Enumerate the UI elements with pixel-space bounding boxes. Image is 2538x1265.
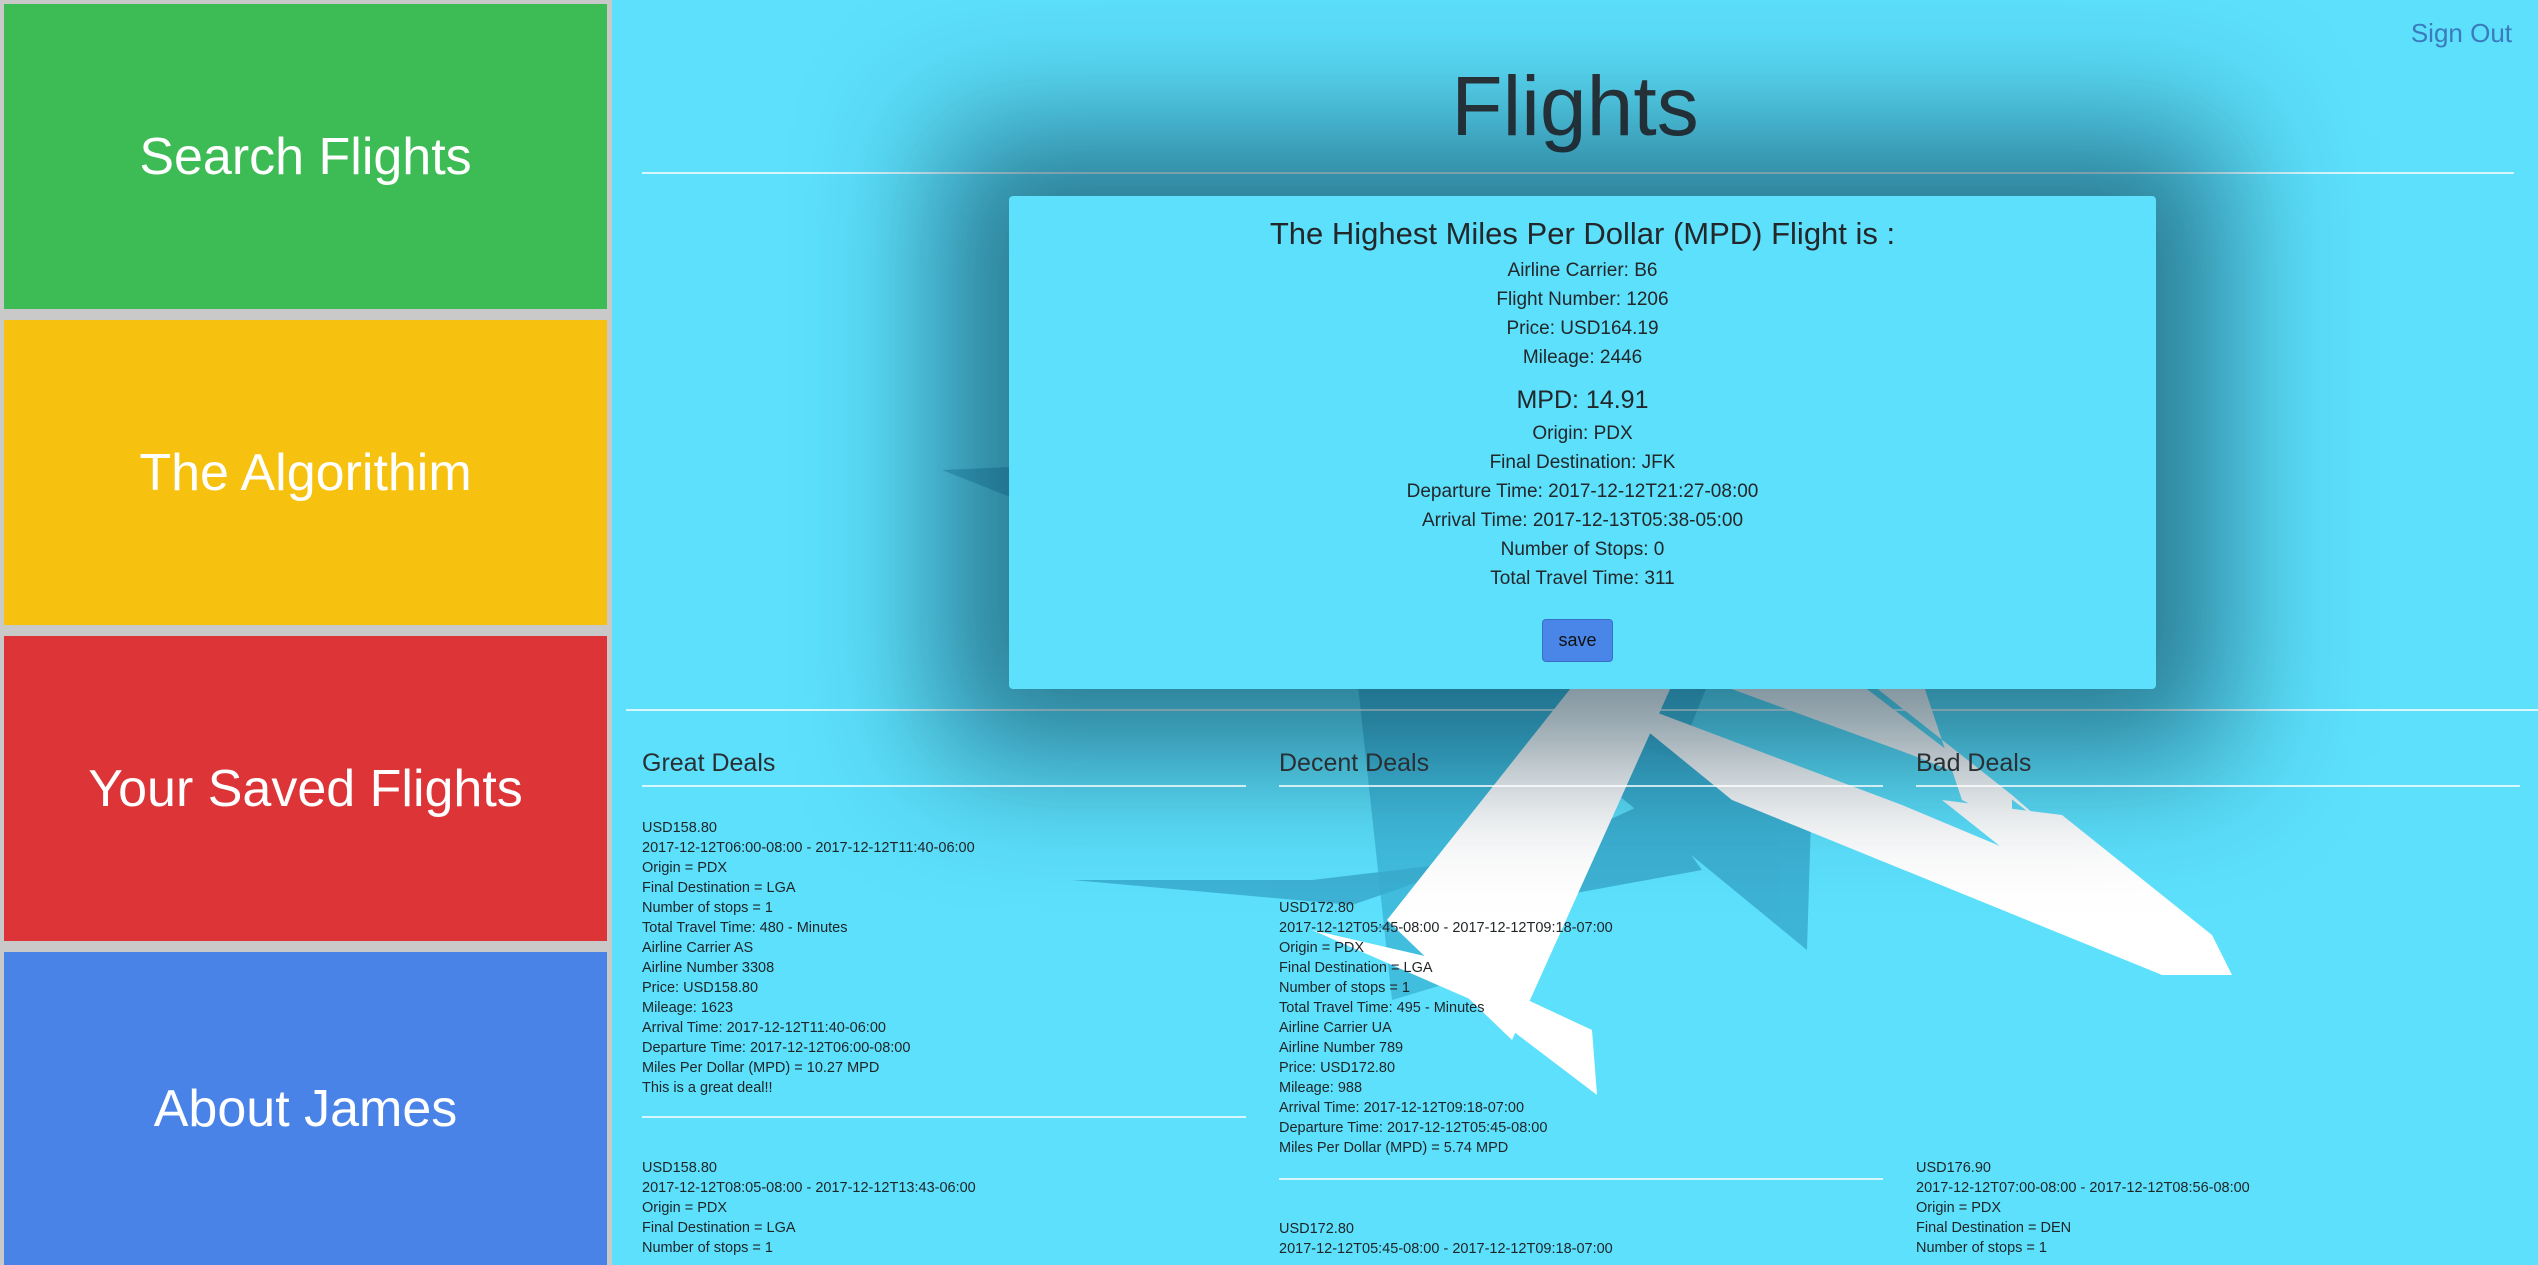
decent-deals-column: Decent Deals USD172.80 2017-12-12T05:45-… xyxy=(1279,745,1883,1257)
deal-line: 2017-12-12T06:00-08:00 - 2017-12-12T11:4… xyxy=(642,840,975,856)
nav-search-flights[interactable]: Search Flights xyxy=(4,4,607,309)
deal-line: Mileage: 988 xyxy=(1279,1080,1363,1096)
deal-line: Total Travel Time: 495 - Minutes xyxy=(1279,1000,1485,1016)
best-mpd: MPD: 14.91 xyxy=(1516,386,1649,414)
deal-line: Price: USD172.80 xyxy=(1279,1060,1396,1076)
deal-item: USD158.80 2017-12-12T08:05-08:00 - 2017-… xyxy=(642,1158,1246,1258)
deal-line: Miles Per Dollar (MPD) = 10.27 MPD xyxy=(642,1060,880,1076)
deal-line: USD158.80 xyxy=(642,820,717,836)
deal-line: 2017-12-12T08:05-08:00 - 2017-12-12T13:4… xyxy=(642,1180,976,1196)
page-title: Flights xyxy=(1451,59,1699,153)
best-destination: Final Destination: JFK xyxy=(1489,452,1676,473)
nav-your-saved-flights-label: Your Saved Flights xyxy=(88,759,523,818)
deal-line: Price: USD158.80 xyxy=(642,980,759,996)
nav-the-algorithim-label: The Algorithim xyxy=(139,443,472,502)
deal-line: Departure Time: 2017-12-12T05:45-08:00 xyxy=(1279,1120,1548,1136)
deal-line: Departure Time: 2017-12-12T06:00-08:00 xyxy=(642,1040,911,1056)
deal-line: Origin = PDX xyxy=(642,1200,728,1216)
deal-line: Origin = PDX xyxy=(642,860,728,876)
bad-deals-title: Bad Deals xyxy=(1916,749,2032,777)
best-travel-time: Total Travel Time: 311 xyxy=(1490,568,1675,589)
decent-deals-rule xyxy=(1279,785,1883,787)
deal-line: Final Destination = LGA xyxy=(642,1220,796,1236)
nav-your-saved-flights[interactable]: Your Saved Flights xyxy=(4,636,607,941)
deal-line: Airline Carrier UA xyxy=(1279,1020,1392,1036)
bad-deals-column: Bad Deals USD176.90 2017-12-12T07:00-08:… xyxy=(1916,745,2520,1256)
great-deals-column: Great Deals USD158.80 2017-12-12T06:00-0… xyxy=(642,745,1246,1256)
deal-line: Mileage: 1623 xyxy=(642,1000,734,1016)
great-deals-title: Great Deals xyxy=(642,749,776,777)
deal-line: Origin = PDX xyxy=(1916,1200,2002,1216)
deal-item: USD176.90 2017-12-12T07:00-08:00 - 2017-… xyxy=(1916,1158,2520,1258)
deal-line: Airline Carrier AS xyxy=(642,940,754,956)
deal-line: Miles Per Dollar (MPD) = 5.74 MPD xyxy=(1279,1140,1509,1156)
deal-line: Final Destination = DEN xyxy=(1916,1220,2072,1236)
nav-the-algorithim[interactable]: The Algorithim xyxy=(4,320,607,625)
sign-out-link[interactable]: Sign Out xyxy=(2411,18,2512,49)
bad-deals-rule xyxy=(1916,785,2520,787)
deal-item: USD158.80 2017-12-12T06:00-08:00 - 2017-… xyxy=(642,818,1246,1098)
best-flight-card: The Highest Miles Per Dollar (MPD) Fligh… xyxy=(1009,196,2156,689)
nav-search-flights-label: Search Flights xyxy=(139,127,472,186)
deal-line: USD172.80 xyxy=(1279,1221,1354,1237)
nav-about-james[interactable]: About James xyxy=(4,952,607,1265)
sidebar-nav: Search Flights The Algorithim Your Saved… xyxy=(0,0,612,1265)
deal-line: USD158.80 xyxy=(642,1160,717,1176)
deal-item: USD172.80 2017-12-12T05:45-08:00 - 2017-… xyxy=(1279,898,1883,1158)
deal-line: Number of stops = 1 xyxy=(642,1240,773,1256)
best-flight-number: Flight Number: 1206 xyxy=(1496,289,1669,310)
deal-line: 2017-12-12T05:45-08:00 - 2017-12-12T09:1… xyxy=(1279,1241,1613,1257)
save-button[interactable]: save xyxy=(1542,619,1613,662)
best-stops: Number of Stops: 0 xyxy=(1500,539,1665,560)
deal-line: Airline Number 789 xyxy=(1279,1040,1404,1056)
best-mileage: Mileage: 2446 xyxy=(1522,347,1643,368)
deal-line: Number of stops = 1 xyxy=(1916,1240,2047,1256)
title-divider xyxy=(642,172,2514,174)
deal-item: USD172.80 2017-12-12T05:45-08:00 - 2017-… xyxy=(1279,1219,1883,1259)
best-origin: Origin: PDX xyxy=(1532,423,1633,444)
deal-line: This is a great deal!! xyxy=(642,1080,773,1096)
nav-about-james-label: About James xyxy=(153,1079,458,1138)
deals-divider xyxy=(626,709,2538,711)
deal-line: Arrival Time: 2017-12-12T09:18-07:00 xyxy=(1279,1100,1525,1116)
deal-line: Airline Number 3308 xyxy=(642,960,775,976)
main-content: Sign Out Flights The Highest Miles Per D… xyxy=(612,0,2538,1265)
best-price: Price: USD164.19 xyxy=(1506,318,1659,339)
deal-divider xyxy=(1279,1178,1883,1180)
deal-divider xyxy=(642,1116,1246,1118)
best-flight-heading: The Highest Miles Per Dollar (MPD) Fligh… xyxy=(1269,216,1896,251)
great-deals-rule xyxy=(642,785,1246,787)
best-departure: Departure Time: 2017-12-12T21:27-08:00 xyxy=(1406,481,1759,502)
deal-line: Number of stops = 1 xyxy=(1279,980,1410,996)
deal-line: USD172.80 xyxy=(1279,900,1354,916)
deal-line: Origin = PDX xyxy=(1279,940,1365,956)
deal-line: USD176.90 xyxy=(1916,1160,1991,1176)
best-carrier: Airline Carrier: B6 xyxy=(1507,260,1658,281)
deal-line: 2017-12-12T05:45-08:00 - 2017-12-12T09:1… xyxy=(1279,920,1613,936)
deal-line: Total Travel Time: 480 - Minutes xyxy=(642,920,848,936)
deal-line: Arrival Time: 2017-12-12T11:40-06:00 xyxy=(642,1020,886,1036)
best-arrival: Arrival Time: 2017-12-13T05:38-05:00 xyxy=(1421,510,1744,531)
decent-deals-title: Decent Deals xyxy=(1279,749,1430,777)
deal-line: Final Destination = LGA xyxy=(642,880,796,896)
deal-line: Number of stops = 1 xyxy=(642,900,773,916)
deal-line: 2017-12-12T07:00-08:00 - 2017-12-12T08:5… xyxy=(1916,1180,2250,1196)
deal-line: Final Destination = LGA xyxy=(1279,960,1433,976)
